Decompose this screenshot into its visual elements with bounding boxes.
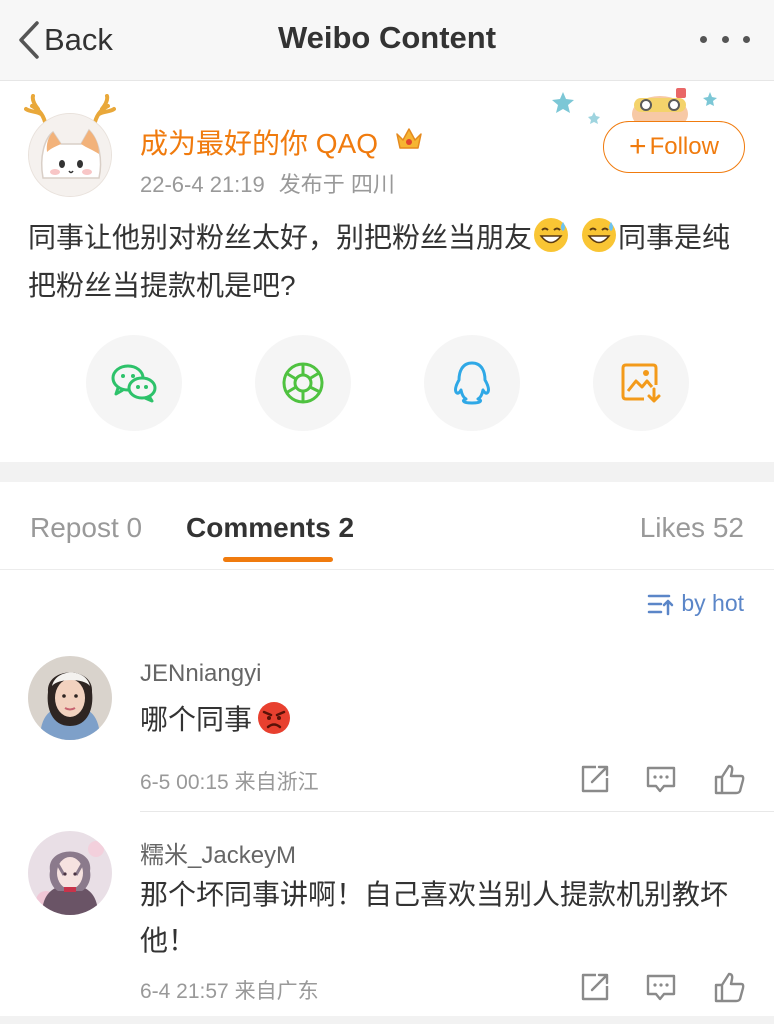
tab-repost-count: 0 [126, 512, 143, 543]
bottom-separator [0, 1016, 774, 1024]
post-source: 发布于 四川 [278, 172, 395, 197]
comment-item: JENniangyi 哪个同事 6-5 00:15 来自浙江 [0, 655, 774, 810]
tab-repost-label: Repost [30, 512, 119, 543]
commenter-avatar[interactable] [28, 831, 112, 915]
save-image-button[interactable] [593, 335, 689, 431]
share-row [86, 335, 689, 431]
repost-icon[interactable] [578, 970, 612, 1004]
commenter-name[interactable]: JENniangyi [140, 660, 261, 688]
sweat-smile-emoji-icon [582, 218, 617, 252]
share-wechat-button[interactable] [86, 335, 182, 431]
post-meta: 22-6-4 21:19 发布于 四川 [140, 167, 395, 199]
page-title: Weibo Content [277, 20, 497, 55]
commenter-avatar-image [28, 831, 112, 915]
post-text-1: 同事让他别对粉丝太好，别把粉丝当朋友 [28, 222, 533, 253]
sort-icon [648, 594, 674, 615]
comment-location: 来自广东 [234, 980, 319, 1003]
author-name[interactable]: 成为最好的你 QAQ [140, 122, 378, 162]
tab-repost[interactable]: Repost 0 [30, 512, 142, 544]
plus-icon: + [629, 130, 647, 163]
follow-button[interactable]: + Follow [603, 121, 745, 173]
sort-label: by hot [681, 590, 744, 616]
moments-icon [282, 362, 324, 404]
comment-time: 6-5 00:15 [140, 771, 229, 794]
sweat-smile-emoji-icon [534, 218, 569, 252]
more-dots-icon[interactable] [700, 32, 750, 46]
wechat-icon [111, 364, 157, 403]
tab-comments-count: 2 [338, 512, 355, 543]
repost-icon[interactable] [578, 762, 612, 796]
section-separator [0, 462, 774, 482]
post-date: 22-6-4 21:19 [140, 172, 265, 197]
sort-by-hot-button[interactable]: by hot [647, 590, 744, 617]
comment-text: 哪个同事 [140, 697, 760, 743]
comment-divider [140, 811, 774, 812]
active-tab-indicator [223, 557, 333, 562]
share-qq-button[interactable] [424, 335, 520, 431]
navigation-bar: Back Weibo Content [0, 0, 774, 81]
reply-icon[interactable] [644, 762, 678, 796]
cat-avatar-image [29, 114, 111, 196]
tab-likes-label: Likes [639, 512, 706, 543]
tab-comments[interactable]: Comments 2 [186, 512, 354, 544]
comment-actions [578, 762, 748, 796]
vip-crown-icon [396, 128, 422, 149]
comment-meta: 6-5 00:15 来自浙江 [140, 766, 319, 796]
reply-icon[interactable] [644, 970, 678, 1004]
tab-bar: Repost 0 Comments 2 Likes 52 [0, 482, 774, 570]
comment-meta: 6-4 21:57 来自广东 [140, 975, 319, 1005]
comment-text-content: 哪个同事 [140, 704, 253, 735]
share-moments-button[interactable] [255, 335, 351, 431]
tab-likes[interactable]: Likes 52 [640, 512, 744, 544]
commenter-avatar[interactable] [28, 656, 112, 740]
commenter-avatar-image [28, 656, 112, 740]
tab-comments-label: Comments [186, 512, 331, 543]
post-content: 同事让他别对粉丝太好，别把粉丝当朋友 同事是纯把粉丝当提款机是吧? [28, 214, 748, 310]
follow-label: Follow [649, 133, 719, 160]
comment-text: 那个坏同事讲啊！自己喜欢当别人提款机别教坏他！ [140, 879, 729, 956]
author-avatar[interactable] [28, 113, 112, 197]
comment-item: 糯米_JackeyM 那个坏同事讲啊！自己喜欢当别人提款机别教坏他！ 6-4 2… [0, 830, 774, 1016]
comment-actions [578, 970, 748, 1004]
commenter-name[interactable]: 糯米_JackeyM [140, 835, 296, 870]
comment-location: 来自浙江 [234, 771, 319, 794]
comment-time: 6-4 21:57 [140, 980, 229, 1003]
tab-likes-count: 52 [712, 512, 744, 543]
like-icon[interactable] [712, 762, 746, 796]
like-icon[interactable] [712, 970, 746, 1004]
qq-icon [454, 361, 490, 405]
angry-emoji-icon [258, 702, 291, 734]
save-image-icon [621, 363, 661, 403]
